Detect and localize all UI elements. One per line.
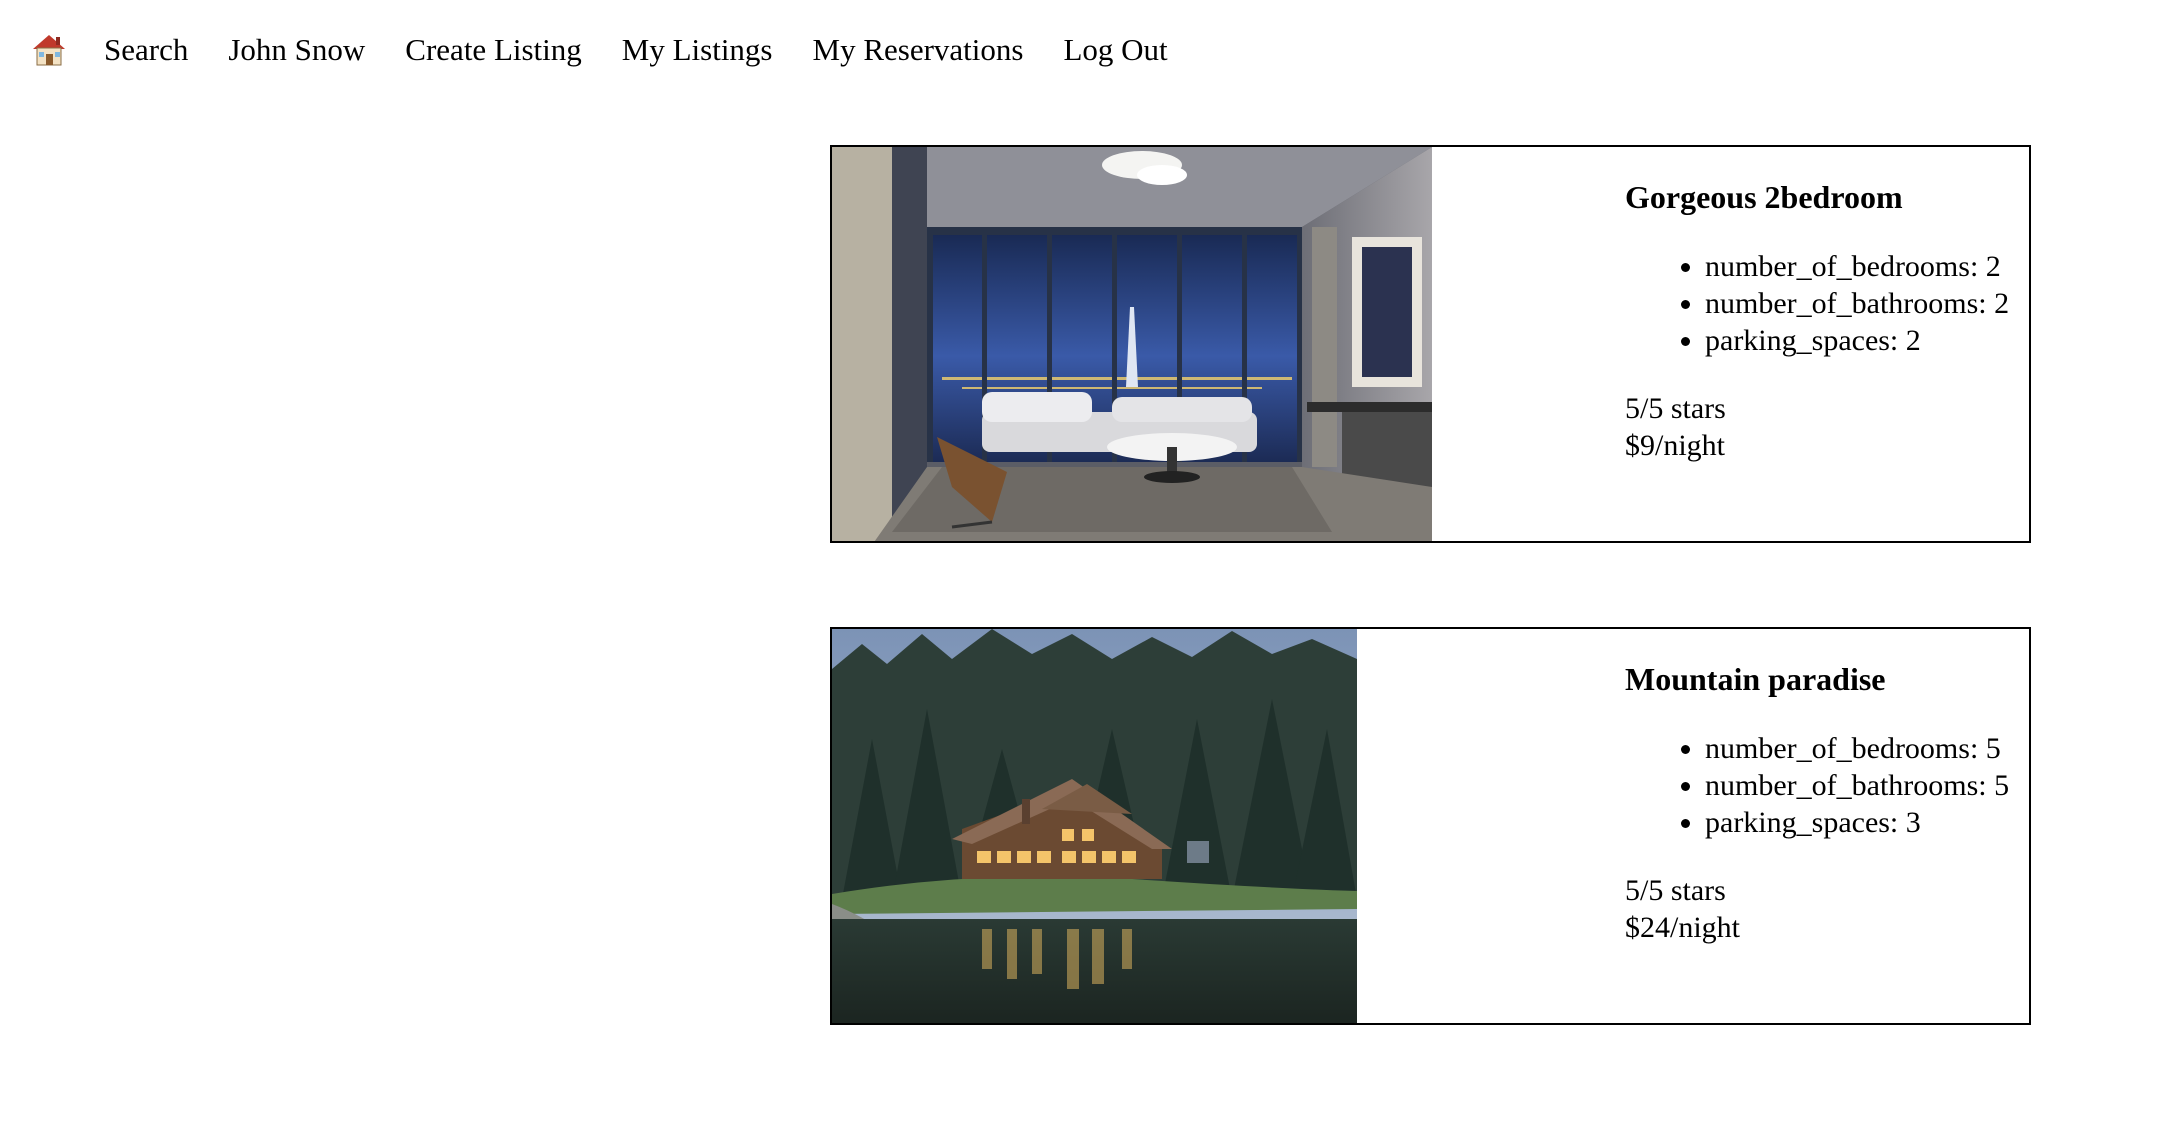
listing-title[interactable]: Gorgeous 2bedroom	[1625, 179, 1903, 216]
top-nav: Search John Snow Create Listing My Listi…	[32, 22, 1208, 78]
nav-create-listing-link[interactable]: Create Listing	[405, 32, 581, 68]
feature-parking: parking_spaces: 3	[1705, 804, 2009, 841]
listing-rating: 5/5 stars	[1625, 392, 1726, 425]
feature-bedrooms: number_of_bedrooms: 5	[1705, 730, 2009, 767]
house-icon	[33, 35, 65, 66]
listing-price: $24/night	[1625, 911, 1741, 944]
listing-card[interactable]: Mountain paradise number_of_bedrooms: 5 …	[830, 627, 2031, 1025]
nav-search-link[interactable]: Search	[104, 32, 188, 68]
listing-features: number_of_bedrooms: 5 number_of_bathroom…	[1625, 730, 2009, 841]
feature-parking: parking_spaces: 2	[1705, 322, 2009, 359]
feature-bathrooms: number_of_bathrooms: 2	[1705, 285, 2009, 322]
lake-cabin-photo	[832, 629, 1357, 1023]
nav-user-link[interactable]: John Snow	[228, 32, 365, 68]
listing-photo[interactable]	[832, 147, 1432, 541]
home-link[interactable]	[32, 33, 66, 67]
listing-rating: 5/5 stars	[1625, 874, 1726, 907]
listing-price: $9/night	[1625, 429, 1726, 462]
nav-logout-link[interactable]: Log Out	[1063, 32, 1167, 68]
feature-bathrooms: number_of_bathrooms: 5	[1705, 767, 2009, 804]
nav-my-reservations-link[interactable]: My Reservations	[813, 32, 1024, 68]
apartment-living-room-photo	[832, 147, 1432, 541]
listing-title[interactable]: Mountain paradise	[1625, 661, 1885, 698]
listing-features: number_of_bedrooms: 2 number_of_bathroom…	[1625, 248, 2009, 359]
nav-my-listings-link[interactable]: My Listings	[622, 32, 773, 68]
feature-bedrooms: number_of_bedrooms: 2	[1705, 248, 2009, 285]
listing-photo[interactable]	[832, 629, 1357, 1023]
listing-card[interactable]: Gorgeous 2bedroom number_of_bedrooms: 2 …	[830, 145, 2031, 543]
